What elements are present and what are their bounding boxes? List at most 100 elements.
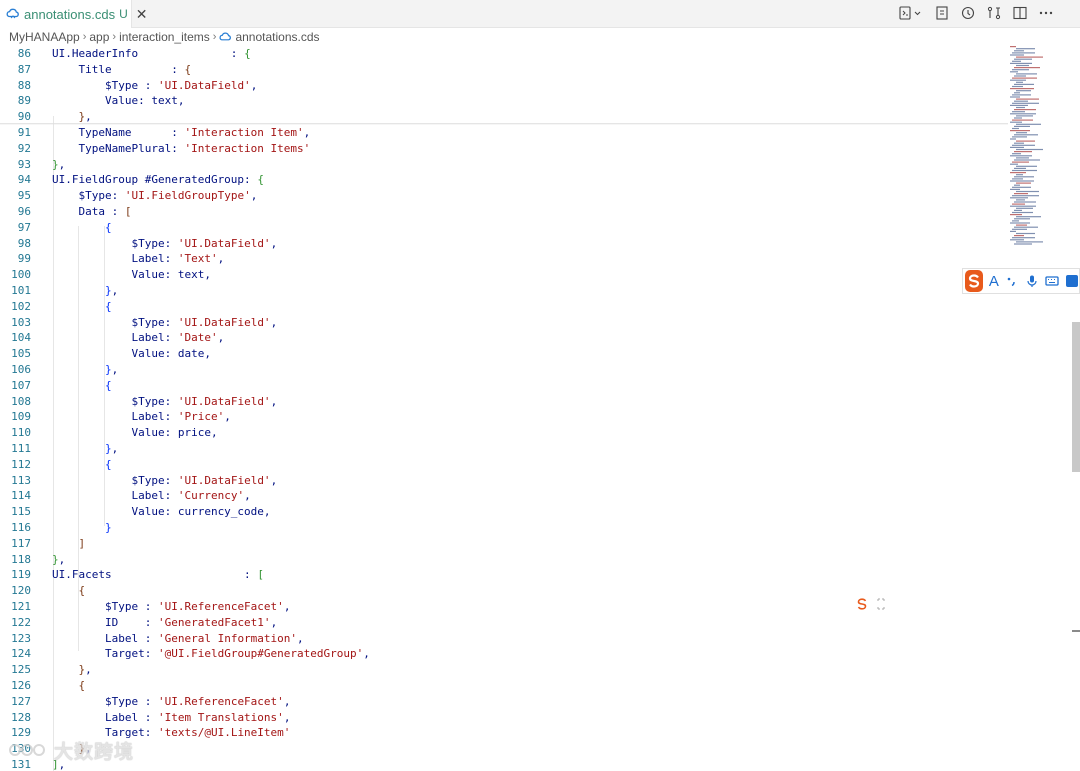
breadcrumb-item-app[interactable]: app — [89, 30, 109, 44]
code-text: Value: text, — [52, 94, 185, 108]
code-text: }, — [52, 552, 66, 566]
code-line[interactable]: 116 } — [0, 520, 1008, 536]
timeline-history-icon[interactable] — [960, 5, 976, 21]
sogou-logo-icon[interactable] — [965, 270, 983, 292]
line-number: 114 — [11, 489, 31, 503]
ime-toolbar[interactable]: A — [962, 268, 1080, 294]
vertical-scrollbar-thumb[interactable] — [1072, 322, 1080, 472]
minimap-line — [1010, 121, 1022, 123]
minimap-line — [1012, 203, 1025, 205]
code-text: $Type : 'UI.ReferenceFacet', — [52, 600, 291, 613]
code-line[interactable]: 109 Label: 'Price', — [0, 409, 1008, 425]
close-icon[interactable]: ✕ — [136, 7, 148, 21]
minimap-line — [1010, 188, 1020, 190]
code-line[interactable]: 100 Value: text, — [0, 267, 1008, 283]
minimap-line — [1012, 228, 1027, 230]
code-line[interactable]: 125 }, — [0, 662, 1008, 678]
microphone-icon[interactable] — [1025, 274, 1039, 288]
breadcrumb-item-folder[interactable]: interaction_items — [119, 30, 210, 44]
code-line[interactable]: 118}, — [0, 552, 1008, 568]
minimap-line — [1010, 46, 1016, 48]
minimap-line — [1010, 230, 1016, 232]
code-line[interactable]: 105 Value: date, — [0, 346, 1008, 362]
code-line[interactable]: 110 Value: price, — [0, 425, 1008, 441]
punctuation-icon[interactable] — [1005, 274, 1019, 288]
minimap-line — [1012, 195, 1039, 197]
code-line[interactable]: 114 Label: 'Currency', — [0, 488, 1008, 504]
code-line[interactable]: 129 Target: 'texts/@UI.LineItem' — [0, 725, 1008, 741]
more-actions-icon[interactable] — [1038, 5, 1054, 21]
code-text: Label : 'General Information', — [52, 631, 304, 645]
split-editor-icon[interactable] — [1012, 5, 1028, 21]
code-line[interactable]: 104 Label: 'Date', — [0, 330, 1008, 346]
minimap-line — [1014, 100, 1028, 102]
minimap-line — [1010, 130, 1030, 132]
code-line[interactable]: 91 TypeName : 'Interaction Item', — [0, 125, 1008, 141]
code-line[interactable]: 95 $Type: 'UI.FieldGroupType', — [0, 188, 1008, 204]
code-line[interactable]: 117 ] — [0, 536, 1008, 552]
sogou-small-icon — [857, 598, 867, 610]
code-editor[interactable]: 86 UI.HeaderInfo : {87 Title : {88 $Type … — [0, 46, 1008, 771]
ime-status-indicator[interactable] — [855, 596, 889, 612]
code-line[interactable]: 97 { — [0, 220, 1008, 236]
keyboard-icon[interactable] — [1045, 274, 1059, 288]
english-mode-icon[interactable]: A — [989, 273, 999, 290]
code-line[interactable]: 113 $Type: 'UI.DataField', — [0, 473, 1008, 489]
minimap-line — [1016, 216, 1041, 218]
line-number: 96 — [17, 205, 31, 218]
settings-icon[interactable] — [1065, 274, 1079, 288]
run-menu-icon[interactable] — [898, 5, 924, 21]
code-line[interactable]: 86 UI.HeaderInfo : { — [0, 46, 1008, 62]
code-line[interactable]: 87 Title : { — [0, 62, 1008, 78]
code-text: Label: 'Text', — [52, 252, 225, 266]
code-line[interactable]: 94 UI.FieldGroup #GeneratedGroup: { — [0, 172, 1008, 188]
line-number: 102 — [11, 299, 31, 313]
code-line[interactable]: 126 { — [0, 678, 1008, 694]
code-line[interactable]: 93}, — [0, 157, 1008, 173]
minimap-line — [1016, 73, 1037, 75]
breadcrumb-item-file[interactable]: annotations.cds — [235, 30, 319, 44]
code-line[interactable]: 99 Label: 'Text', — [0, 251, 1008, 267]
open-changes-icon[interactable] — [934, 5, 950, 21]
minimap-line — [1014, 226, 1038, 228]
code-line[interactable]: 89 Value: text, — [0, 93, 1008, 109]
code-line[interactable]: 115 Value: currency_code, — [0, 504, 1008, 520]
minimap-line — [1012, 119, 1033, 121]
watermark-logo-icon — [9, 744, 45, 756]
minimap-line — [1016, 98, 1039, 100]
code-line[interactable]: 119 UI.Facets : [ — [0, 567, 1008, 583]
code-line[interactable]: 122 ID : 'GeneratedFacet1', — [0, 615, 1008, 631]
code-text: Target: '@UI.FieldGroup#GeneratedGroup', — [52, 647, 370, 661]
code-line[interactable]: 106 }, — [0, 362, 1008, 378]
code-line[interactable]: 88 $Type : 'UI.DataField', — [0, 78, 1008, 94]
code-line[interactable]: 127 $Type : 'UI.ReferenceFacet', — [0, 694, 1008, 710]
minimap[interactable] — [1008, 44, 1072, 254]
code-line[interactable]: 92 TypeNamePlural: 'Interaction Items' — [0, 141, 1008, 157]
code-text: { — [78, 584, 86, 598]
code-line[interactable]: 108 $Type: 'UI.DataField', — [0, 394, 1008, 410]
code-line[interactable]: 128 Label : 'Item Translations', — [0, 710, 1008, 726]
line-number: 95 — [17, 189, 31, 203]
editor-tab-annotations[interactable]: annotations.cds U ✕ — [0, 0, 147, 28]
breadcrumb-item-project[interactable]: MyHANAApp — [9, 30, 80, 44]
code-line[interactable]: 102 { — [0, 299, 1008, 315]
minimap-line — [1012, 111, 1025, 113]
code-line[interactable]: 124 Target: '@UI.FieldGroup#GeneratedGro… — [0, 646, 1008, 662]
compare-changes-icon[interactable] — [986, 5, 1002, 21]
minimap-line — [1010, 222, 1030, 224]
code-line[interactable]: 111 }, — [0, 441, 1008, 457]
code-line[interactable]: 98 $Type: 'UI.DataField', — [0, 236, 1008, 252]
minimap-line — [1012, 211, 1033, 214]
code-line[interactable]: 107 { — [0, 378, 1008, 394]
minimap-line — [1016, 132, 1027, 134]
code-line[interactable]: 123 Label : 'General Information', — [0, 631, 1008, 647]
code-line[interactable]: 101 }, — [0, 283, 1008, 299]
code-line[interactable]: 96 Data : [ — [0, 204, 1008, 220]
code-text: UI.Facets : [ — [52, 568, 264, 582]
code-line[interactable]: 112 { — [0, 457, 1008, 473]
minimap-line — [1010, 214, 1022, 216]
code-line[interactable]: 130 }, — [0, 741, 1008, 757]
code-line[interactable]: 103 $Type: 'UI.DataField', — [0, 315, 1008, 331]
minimap-line — [1014, 159, 1040, 161]
code-line[interactable]: 131], — [0, 757, 1008, 771]
